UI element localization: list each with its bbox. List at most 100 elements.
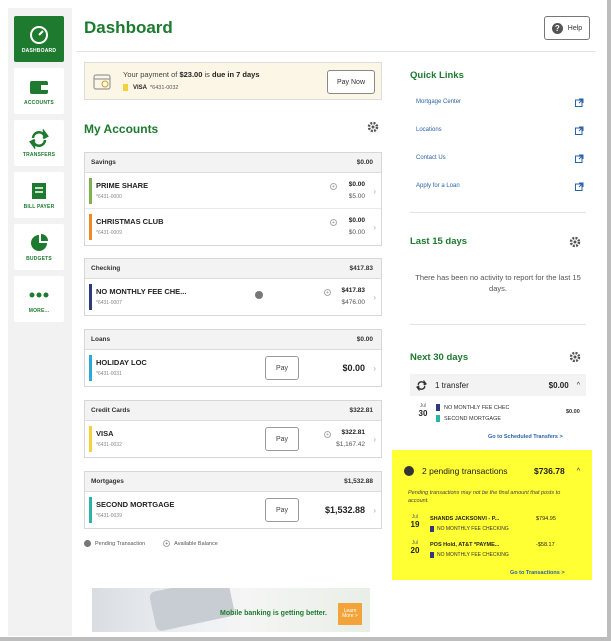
external-link-icon	[575, 154, 584, 163]
help-button[interactable]: ? Help	[544, 16, 590, 40]
chevron-right-icon: ›	[373, 223, 376, 232]
last-days-suffix: days	[442, 236, 468, 247]
transfer-count: 1 transfer	[435, 380, 469, 390]
pending-transaction-icon	[84, 540, 91, 547]
sidebar-item-more[interactable]: MORE...	[14, 276, 64, 322]
quick-link-contact-us[interactable]: Contact Us	[416, 148, 584, 168]
quick-link-mortgage-center[interactable]: Mortgage Center	[416, 92, 584, 112]
bill-payer-icon	[28, 181, 50, 201]
transaction-account-label: NO MONTHLY FEE CHECKING	[437, 552, 509, 558]
transaction-account-label: NO MONTHLY FEE CHECKING	[437, 526, 509, 532]
account-color-tag	[430, 552, 434, 558]
chevron-right-icon: ›	[373, 293, 376, 302]
pay-button[interactable]: Pay	[265, 498, 299, 522]
payment-amount: $23.00	[179, 70, 203, 79]
pending-transaction-row[interactable]: Jul 20 POS Hold, AT&T *PAYME... -$58.17 …	[408, 540, 584, 562]
chevron-up-icon: ^	[576, 381, 580, 389]
chevron-right-icon: ›	[373, 364, 376, 373]
quick-link-locations[interactable]: Locations	[416, 120, 584, 140]
pay-button[interactable]: Pay	[265, 356, 299, 380]
group-total: $322.81	[349, 407, 374, 414]
quick-link-apply-for-loan[interactable]: Apply for a Loan	[416, 176, 584, 196]
last-days-title: Last 15 days	[410, 236, 467, 247]
transfer-to-label: SECOND MORTGAGE	[444, 415, 502, 422]
help-label: Help	[567, 24, 583, 32]
pending-note: Pending transactions may not be the fina…	[408, 490, 561, 504]
pending-header[interactable]: 2 pending transactions $736.78 ^	[404, 466, 580, 476]
chevron-right-icon: ›	[373, 187, 376, 196]
sidebar-item-label: MORE...	[28, 307, 50, 314]
sidebar-item-accounts[interactable]: ACCOUNTS	[14, 68, 64, 114]
card-name: VISA	[133, 84, 148, 91]
pay-button[interactable]: Pay	[265, 427, 299, 451]
date-day: 30	[418, 409, 428, 418]
account-row[interactable]: VISA *6431-0032 Pay + $322.81 $1,167.42 …	[85, 421, 381, 457]
quick-links-title: Quick Links	[410, 70, 464, 81]
sidebar-item-budgets[interactable]: BUDGETS	[14, 224, 64, 270]
available-balance-icon: +	[324, 431, 331, 438]
account-group-checking: Checking $417.83 NO MONTHLY FEE CHE... *…	[84, 258, 382, 316]
sidebar-item-label: BUDGETS	[26, 255, 52, 262]
group-name: Checking	[91, 265, 121, 272]
transfer-to: SECOND MORTGAGE	[436, 415, 501, 422]
transaction-amount: -$58.17	[536, 542, 555, 548]
scheduled-transfers-header[interactable]: 1 transfer $0.00 ^	[410, 374, 586, 396]
sidebar-item-dashboard[interactable]: DASHBOARD	[14, 16, 64, 62]
account-color-tag	[436, 404, 440, 411]
account-balance: $1,532.88	[324, 505, 365, 515]
transaction-description: POS Hold, AT&T *PAYME...	[430, 542, 500, 548]
transfer-icon	[28, 128, 50, 149]
account-name: CHRISTMAS CLUB	[96, 217, 164, 226]
go-to-scheduled-transfers-link[interactable]: Go to Scheduled Transfers >	[488, 434, 563, 440]
date-day: 19	[410, 520, 420, 529]
account-color-bar	[89, 497, 92, 523]
promo-banner[interactable]: Mobile banking is getting better. Learn …	[92, 588, 370, 632]
legend-pending-label: Pending Transaction	[95, 540, 146, 547]
account-balance: $0.00	[348, 217, 365, 224]
gear-icon[interactable]	[568, 235, 582, 249]
next-days-prefix: Next	[410, 352, 434, 363]
transaction-description: SHANDS JACKSONVI - P...	[430, 516, 500, 522]
group-name: Loans	[91, 336, 111, 343]
next-days-title: Next 30 days	[410, 352, 468, 363]
payment-due-alert: Your payment of $23.00 is due in 7 days …	[84, 62, 382, 100]
transfer-icon	[416, 379, 427, 391]
account-balance: $417.83	[341, 287, 366, 294]
next-days-suffix: days	[443, 352, 469, 363]
legend-available-label: Available Balance	[174, 540, 218, 547]
group-header: Credit Cards $322.81	[85, 401, 381, 421]
pie-chart-icon	[28, 233, 50, 253]
learn-more-button[interactable]: Learn More >	[338, 603, 362, 625]
account-color-bar	[89, 355, 92, 381]
pending-total: $736.78	[533, 466, 565, 476]
group-name: Mortgages	[91, 478, 124, 485]
account-row[interactable]: SECOND MORTGAGE *6431-0039 Pay $1,532.88…	[85, 492, 381, 528]
help-icon: ?	[551, 22, 563, 34]
sidebar-item-bill-payer[interactable]: BILL PAYER	[14, 172, 64, 218]
pending-transaction-row[interactable]: Jul 19 SHANDS JACKSONVI - P... $794.95 N…	[408, 514, 584, 536]
account-available: $1,167.42	[336, 441, 365, 448]
account-row[interactable]: HOLIDAY LOC *6431-0031 Pay $0.00 ›	[85, 350, 381, 386]
gear-icon[interactable]	[366, 120, 380, 134]
group-header: Savings $0.00	[85, 153, 381, 173]
gear-icon[interactable]	[568, 350, 582, 364]
card-color-tag	[123, 84, 128, 91]
my-accounts-title: My Accounts	[84, 122, 159, 136]
calendar-icon	[93, 74, 111, 90]
sidebar-item-transfers[interactable]: TRANSFERS	[14, 120, 64, 166]
account-row[interactable]: NO MONTHLY FEE CHE... *6431-0007 + $417.…	[85, 279, 381, 315]
pay-now-button[interactable]: Pay Now	[327, 70, 375, 94]
transaction-amount: $794.95	[536, 516, 556, 522]
go-to-transactions-link[interactable]: Go to Transactions >	[510, 570, 565, 576]
account-available: $0.00	[348, 229, 365, 236]
divider	[410, 324, 586, 325]
available-balance-icon: +	[330, 219, 337, 226]
account-row[interactable]: CHRISTMAS CLUB *6431-0009 + $0.00 $0.00 …	[85, 209, 381, 245]
divider	[410, 212, 586, 213]
group-total: $1,532.88	[344, 478, 373, 485]
group-header: Checking $417.83	[85, 259, 381, 279]
sidebar-item-label: BILL PAYER	[23, 203, 55, 210]
account-number: *6431-0000	[96, 194, 122, 200]
account-row[interactable]: PRIME SHARE *6431-0000 + $0.00 $5.00 ›	[85, 173, 381, 209]
account-number: *6431-0009	[96, 230, 122, 236]
